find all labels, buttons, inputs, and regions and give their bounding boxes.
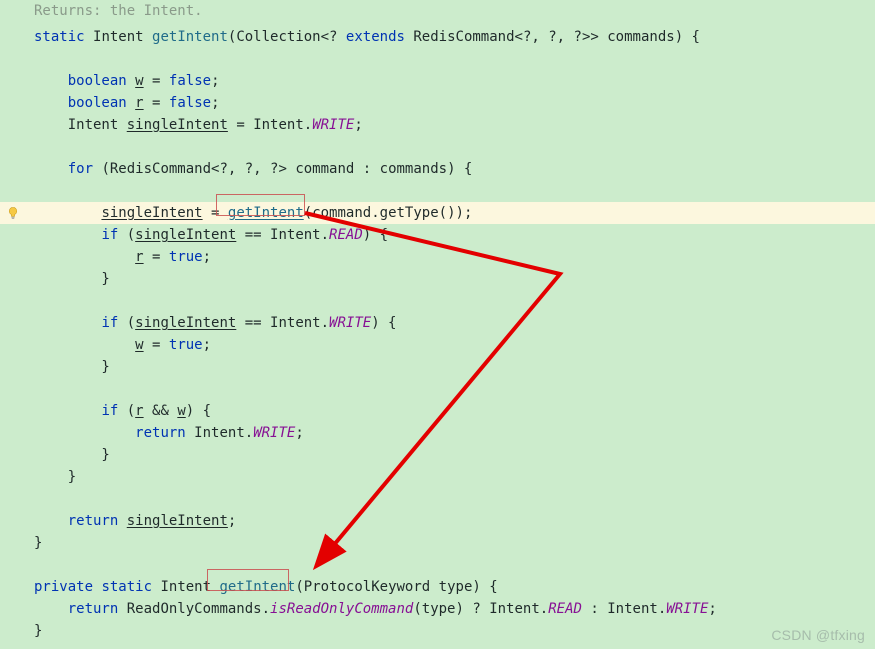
code-line[interactable]: return Intent.WRITE; <box>0 422 875 444</box>
code-line[interactable]: } <box>0 532 875 554</box>
code-line[interactable]: } <box>0 444 875 466</box>
doc-hint: Returns: the Intent. <box>34 3 203 19</box>
code-line[interactable]: static Intent getIntent(Collection<? ext… <box>0 26 875 48</box>
gutter <box>0 0 28 22</box>
code-line[interactable]: r = true; <box>0 246 875 268</box>
code-line[interactable]: } <box>0 356 875 378</box>
code-line[interactable]: } <box>0 620 875 642</box>
highlighted-line[interactable]: singleIntent = getIntent(command.getType… <box>0 202 875 224</box>
code-line[interactable]: private static Intent getIntent(Protocol… <box>0 576 875 598</box>
code-line[interactable]: } <box>0 466 875 488</box>
code-line[interactable]: boolean w = false; <box>0 70 875 92</box>
code-editor[interactable]: Returns: the Intent. static Intent getIn… <box>0 0 875 642</box>
code-line[interactable]: for (RedisCommand<?, ?, ?> command : com… <box>0 158 875 180</box>
code-line[interactable]: w = true; <box>0 334 875 356</box>
code-line[interactable]: if (singleIntent == Intent.READ) { <box>0 224 875 246</box>
doc-hint-line: Returns: the Intent. <box>0 0 875 22</box>
code-line[interactable]: } <box>0 268 875 290</box>
code-line[interactable]: boolean r = false; <box>0 92 875 114</box>
code-line[interactable]: return ReadOnlyCommands.isReadOnlyComman… <box>0 598 875 620</box>
bulb-icon[interactable] <box>6 205 20 219</box>
code-line[interactable]: if (r && w) { <box>0 400 875 422</box>
code-line[interactable]: return singleIntent; <box>0 510 875 532</box>
code-line[interactable]: if (singleIntent == Intent.WRITE) { <box>0 312 875 334</box>
code-line[interactable]: Intent singleIntent = Intent.WRITE; <box>0 114 875 136</box>
